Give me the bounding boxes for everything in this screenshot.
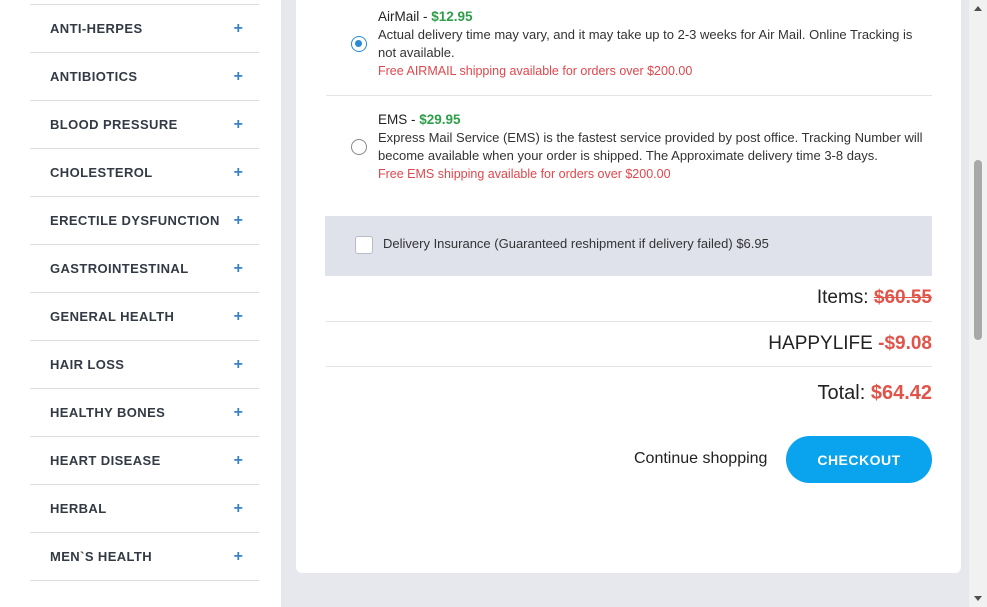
sidebar-item-label: HERBAL <box>50 501 107 516</box>
ems-name: EMS <box>378 112 408 127</box>
airmail-radio[interactable] <box>351 36 367 52</box>
items-value: $60.55 <box>873 287 932 308</box>
total-label: Total: <box>817 382 871 404</box>
plus-icon[interactable]: + <box>234 116 243 133</box>
plus-icon[interactable]: + <box>234 356 243 373</box>
shipping-divider <box>326 95 932 96</box>
cart-panel: AirMail - $12.95 Actual delivery time ma… <box>296 0 961 573</box>
page-scrollbar[interactable] <box>969 0 987 607</box>
sidebar-item-general-health[interactable]: GENERAL HEALTH + <box>30 293 259 341</box>
insurance-label: Delivery Insurance (Guaranteed reshipmen… <box>383 236 769 251</box>
sidebar-item-label: ERECTILE DYSFUNCTION <box>50 213 220 228</box>
sidebar-item-label: CHOLESTEROL <box>50 165 153 180</box>
delivery-insurance-row[interactable]: Delivery Insurance (Guaranteed reshipmen… <box>325 216 932 276</box>
category-sidebar: ANTI-HERPES + ANTIBIOTICS + BLOOD PRESSU… <box>0 0 281 607</box>
airmail-title: AirMail - $12.95 <box>378 8 926 26</box>
plus-icon[interactable]: + <box>234 260 243 277</box>
shipping-option-ems[interactable]: EMS - $29.95 Express Mail Service (EMS) … <box>326 111 932 201</box>
summary-divider <box>326 366 932 367</box>
plus-icon[interactable]: + <box>234 212 243 229</box>
airmail-free-note: Free AIRMAIL shipping available for orde… <box>378 64 693 78</box>
sidebar-item-label: GASTROINTESTINAL <box>50 261 189 276</box>
ems-description: Express Mail Service (EMS) is the fastes… <box>378 130 923 163</box>
sidebar-item-label: ANTIBIOTICS <box>50 69 138 84</box>
airmail-name: AirMail <box>378 9 420 24</box>
sidebar-item-healthy-bones[interactable]: HEALTHY BONES + <box>30 389 259 437</box>
coupon-row: HAPPYLIFE -$9.08 <box>326 333 932 355</box>
shipping-option-airmail[interactable]: AirMail - $12.95 Actual delivery time ma… <box>326 8 932 78</box>
total-row: Total: $64.42 <box>326 382 932 405</box>
ems-radio[interactable] <box>351 139 367 155</box>
scrollbar-thumb[interactable] <box>974 160 982 340</box>
airmail-separator: - <box>419 9 432 24</box>
plus-icon[interactable]: + <box>234 164 243 181</box>
plus-icon[interactable]: + <box>234 500 243 517</box>
sidebar-item-label: HAIR LOSS <box>50 357 125 372</box>
plus-icon[interactable]: + <box>234 308 243 325</box>
sidebar-item-anti-herpes[interactable]: ANTI-HERPES + <box>30 5 259 53</box>
sidebar-item-herbal[interactable]: HERBAL + <box>30 485 259 533</box>
sidebar-item-blood-pressure[interactable]: BLOOD PRESSURE + <box>30 101 259 149</box>
ems-details: EMS - $29.95 Express Mail Service (EMS) … <box>378 111 926 183</box>
ems-title: EMS - $29.95 <box>378 111 926 129</box>
plus-icon[interactable]: + <box>234 404 243 421</box>
sidebar-item-hair-loss[interactable]: HAIR LOSS + <box>30 341 259 389</box>
category-list: ANTI-HERPES + ANTIBIOTICS + BLOOD PRESSU… <box>30 4 259 581</box>
coupon-code: HAPPYLIFE <box>768 333 879 354</box>
sidebar-item-erectile-dysfunction[interactable]: ERECTILE DYSFUNCTION + <box>30 197 259 245</box>
sidebar-item-label: MEN`S HEALTH <box>50 549 153 564</box>
sidebar-item-label: ANTI-HERPES <box>50 21 143 36</box>
items-label: Items: <box>816 287 874 308</box>
sidebar-item-label: HEALTHY BONES <box>50 405 166 420</box>
plus-icon[interactable]: + <box>234 452 243 469</box>
ems-separator: - <box>407 112 420 127</box>
sidebar-item-gastrointestinal[interactable]: GASTROINTESTINAL + <box>30 245 259 293</box>
coupon-value: -$9.08 <box>878 333 932 354</box>
scroll-up-arrow-icon[interactable] <box>974 6 982 11</box>
sidebar-item-label: HEART DISEASE <box>50 453 161 468</box>
items-subtotal-row: Items: $60.55 <box>326 287 932 309</box>
summary-divider <box>326 321 932 322</box>
airmail-details: AirMail - $12.95 Actual delivery time ma… <box>378 8 926 80</box>
sidebar-item-heart-disease[interactable]: HEART DISEASE + <box>30 437 259 485</box>
checkout-button[interactable]: CHECKOUT <box>786 436 932 483</box>
plus-icon[interactable]: + <box>234 548 243 565</box>
sidebar-item-antibiotics[interactable]: ANTIBIOTICS + <box>30 53 259 101</box>
insurance-checkbox[interactable] <box>355 236 373 254</box>
ems-price: $29.95 <box>419 112 461 127</box>
airmail-price: $12.95 <box>431 9 473 24</box>
sidebar-item-label: BLOOD PRESSURE <box>50 117 178 132</box>
ems-free-note: Free EMS shipping available for orders o… <box>378 167 671 181</box>
continue-shopping-link[interactable]: Continue shopping <box>634 450 767 468</box>
sidebar-item-label: GENERAL HEALTH <box>50 309 175 324</box>
scroll-down-arrow-icon[interactable] <box>974 596 982 601</box>
plus-icon[interactable]: + <box>234 20 243 37</box>
sidebar-item-cholesterol[interactable]: CHOLESTEROL + <box>30 149 259 197</box>
sidebar-item-mens-health[interactable]: MEN`S HEALTH + <box>30 533 259 581</box>
plus-icon[interactable]: + <box>234 68 243 85</box>
total-value: $64.42 <box>870 382 932 404</box>
airmail-description: Actual delivery time may vary, and it ma… <box>378 27 913 60</box>
